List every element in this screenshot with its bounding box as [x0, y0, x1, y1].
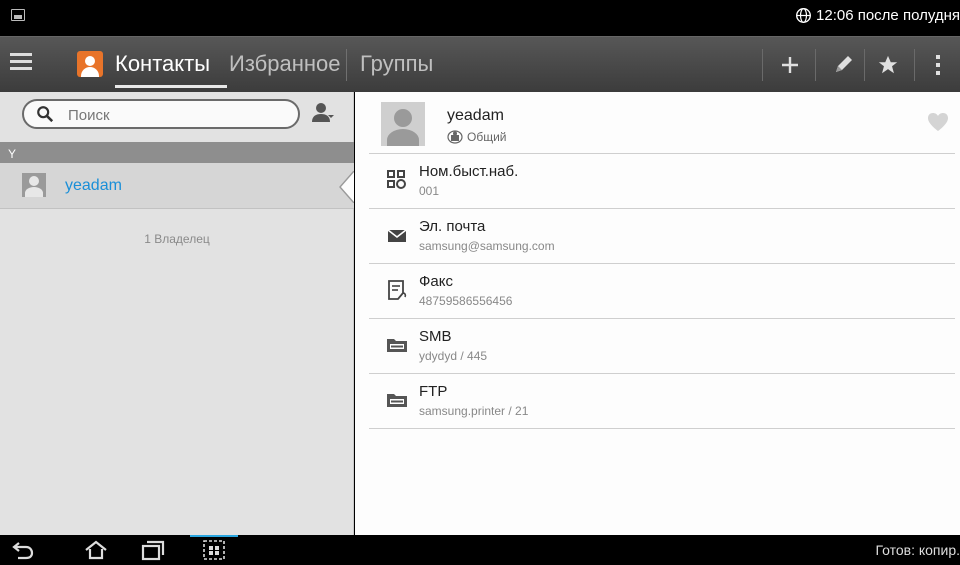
field-value: 001 — [419, 184, 440, 198]
tab-contacts[interactable]: Контакты — [115, 51, 227, 77]
active-nav-indicator — [190, 535, 238, 537]
active-tab-indicator — [115, 85, 227, 88]
field-speed-dial[interactable]: Ном.быст.наб. 001 — [369, 154, 955, 209]
add-contact-icon[interactable] — [310, 100, 336, 126]
field-value: 48759586556456 — [419, 294, 513, 308]
tab-groups[interactable]: Группы — [360, 51, 460, 77]
back-icon[interactable] — [10, 538, 36, 562]
section-header: Y — [0, 142, 354, 163]
tab-favorites[interactable]: Избранное — [229, 51, 346, 77]
field-smb[interactable]: SMB ydydyd / 445 — [369, 319, 955, 374]
contact-name: yeadam — [65, 177, 122, 194]
heart-icon[interactable] — [927, 112, 949, 132]
clock: 12:06 после полудня — [816, 7, 960, 24]
field-value: ydydyd / 445 — [419, 349, 488, 363]
field-value: samsung@samsung.com — [419, 239, 555, 253]
fax-icon — [388, 280, 407, 300]
contact-list-item[interactable]: yeadam — [0, 163, 354, 209]
field-label: FTP — [419, 383, 448, 400]
home-icon[interactable] — [83, 538, 109, 562]
search-input[interactable]: Поиск — [68, 107, 110, 124]
overflow-menu-button[interactable] — [916, 37, 960, 93]
field-value: samsung.printer / 21 — [419, 404, 529, 418]
recent-apps-icon[interactable] — [140, 538, 166, 562]
action-separator — [762, 49, 763, 81]
status-bar: 12:06 после полудня — [0, 0, 960, 36]
drawer-menu-icon[interactable] — [10, 53, 32, 73]
gallery-notification-icon — [11, 9, 25, 21]
field-email[interactable]: Эл. почта samsung@samsung.com — [369, 209, 955, 264]
field-label: SMB — [419, 328, 452, 345]
ftp-folder-icon — [387, 394, 407, 407]
field-label: Факс — [419, 273, 453, 290]
edit-button[interactable] — [819, 37, 867, 93]
detail-header: yeadam Общий — [369, 98, 955, 154]
edit-icon — [836, 56, 852, 72]
field-ftp[interactable]: FTP samsung.printer / 21 — [369, 374, 955, 429]
action-separator — [914, 49, 915, 81]
detail-name: yeadam — [447, 107, 504, 124]
selected-chevron-icon — [339, 171, 354, 203]
add-button[interactable] — [766, 37, 814, 93]
field-label: Эл. почта — [419, 218, 486, 235]
star-icon — [878, 55, 898, 74]
search-field[interactable]: Поиск — [22, 99, 300, 129]
field-label: Ном.быст.наб. — [419, 163, 519, 180]
speed-dial-icon — [387, 170, 406, 189]
navigation-bar: Готов: копир. — [0, 535, 960, 565]
smb-folder-icon — [387, 339, 407, 352]
screen-capture-icon[interactable] — [201, 538, 227, 562]
shared-icon — [447, 130, 463, 144]
action-bar: Контакты Избранное Группы — [0, 36, 960, 92]
favorite-button[interactable] — [864, 37, 912, 93]
contact-detail-pane: yeadam Общий Ном.быст.наб. 001 Эл. почта… — [355, 92, 960, 535]
field-fax[interactable]: Факс 48759586556456 — [369, 264, 955, 319]
owner-count: 1 Владелец — [144, 232, 210, 246]
tab-divider — [346, 49, 347, 81]
email-icon — [387, 229, 407, 242]
add-icon — [782, 57, 798, 73]
action-separator — [815, 49, 816, 81]
avatar — [381, 102, 425, 146]
avatar — [22, 173, 46, 197]
globe-icon — [796, 8, 811, 23]
contact-list-pane: Поиск Y yeadam 1 Владелец — [0, 92, 354, 535]
overflow-menu-icon — [936, 55, 940, 75]
visibility-label: Общий — [467, 130, 507, 144]
device-status-text: Готов: копир. — [875, 542, 960, 558]
search-icon — [37, 106, 54, 123]
contacts-app-icon — [77, 51, 103, 77]
status-right: 12:06 после полудня — [795, 7, 960, 24]
